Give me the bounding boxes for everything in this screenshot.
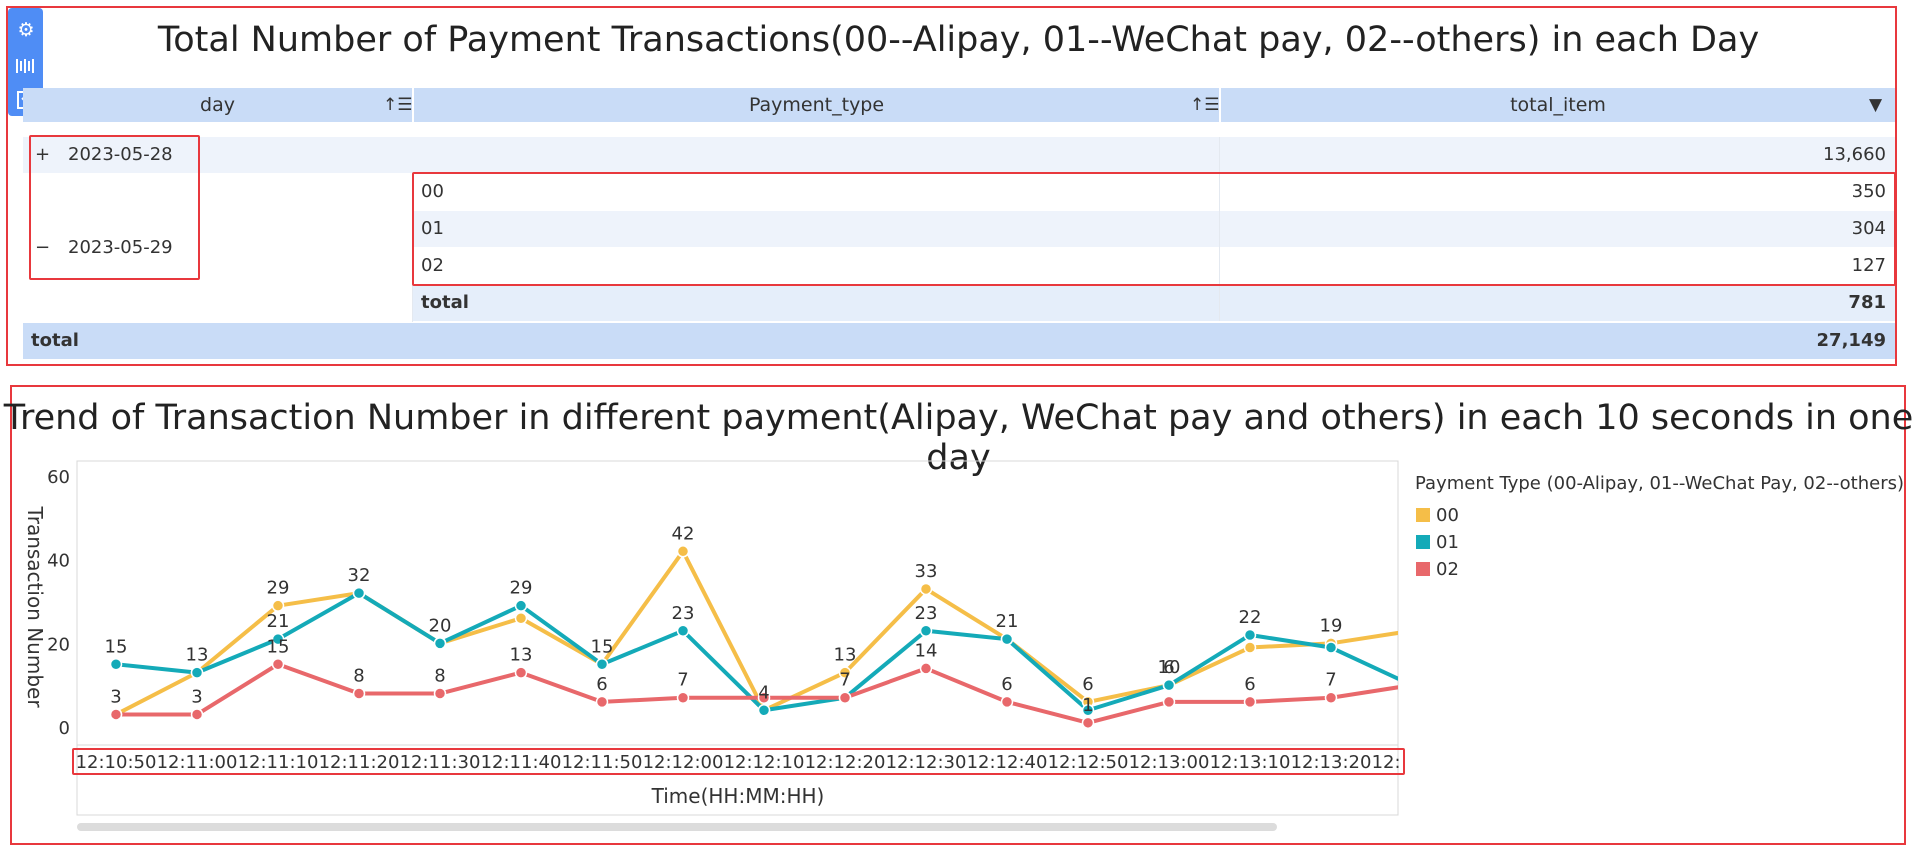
data-point-02: [352, 687, 366, 700]
legend-label-00: 00: [1436, 505, 1459, 526]
data-label: 23: [672, 603, 695, 624]
legend-title: Payment Type (00-Alipay, 01--WeChat Pay,…: [1415, 473, 1904, 494]
data-point-00: [1243, 641, 1257, 654]
data-point-01: [1162, 678, 1176, 692]
data-label: 42: [672, 523, 695, 544]
data-point-01: [514, 599, 528, 612]
data-point-02: [190, 708, 204, 721]
data-label: 6: [1001, 674, 1012, 695]
data-label: 6: [1244, 674, 1255, 695]
legend-swatch-00: [1416, 508, 1430, 522]
y-axis-label: Transaction Number: [23, 505, 47, 708]
data-label: 8: [434, 666, 445, 687]
data-point-01: [595, 658, 609, 671]
data-point-01: [352, 586, 366, 600]
data-point-02: [676, 691, 690, 704]
data-point-01: [190, 666, 204, 679]
data-point-02: [1000, 695, 1014, 709]
data-label: 4: [758, 682, 769, 703]
data-label: 8: [353, 666, 364, 687]
data-point-01: [109, 658, 123, 671]
y-tick-label: 60: [47, 467, 70, 488]
data-label: 6: [596, 674, 607, 695]
y-tick-label: 40: [47, 551, 70, 572]
legend-label-02: 02: [1436, 559, 1459, 580]
data-label: 21: [267, 611, 290, 632]
data-point-00: [676, 545, 690, 558]
data-point-00: [514, 611, 528, 625]
data-point-02: [595, 695, 609, 709]
data-label: 3: [110, 686, 121, 707]
data-point-02: [1324, 691, 1338, 704]
data-label: 7: [1325, 670, 1336, 691]
data-point-01: [919, 624, 933, 638]
data-label: 6: [1163, 657, 1174, 678]
data-label: 23: [915, 603, 938, 624]
data-point-01: [1324, 641, 1338, 654]
data-point-02: [271, 658, 285, 671]
data-label: 3: [191, 686, 202, 707]
data-label: 33: [915, 561, 938, 582]
data-label: 15: [267, 636, 290, 657]
data-point-02: [1243, 695, 1257, 709]
data-point-01: [757, 704, 771, 717]
data-label: 20: [429, 615, 452, 636]
data-label: 29: [510, 578, 533, 599]
data-label: 29: [267, 578, 290, 599]
data-point-02: [919, 662, 933, 675]
data-point-01: [1407, 680, 1418, 691]
data-label: 13: [834, 645, 857, 666]
data-point-02: [1081, 716, 1095, 730]
x-axis-highlight-box: [72, 748, 1405, 775]
data-point-02: [433, 687, 447, 700]
chart-scrollbar[interactable]: [77, 823, 1277, 831]
data-point-01: [433, 637, 447, 650]
data-point-02: [514, 666, 528, 679]
data-point-02: [838, 691, 852, 704]
data-label: 1: [1082, 695, 1093, 716]
y-tick-label: 20: [47, 634, 70, 655]
data-label: 13: [510, 645, 533, 666]
data-label: 32: [348, 565, 371, 586]
data-label: 21: [996, 611, 1019, 632]
x-axis-label: Time(HH:MM:HH): [651, 784, 825, 808]
data-point-00: [919, 582, 933, 596]
data-point-02: [109, 708, 123, 721]
data-point-00: [1407, 625, 1418, 636]
data-point-02: [1407, 680, 1418, 691]
data-label: 13: [186, 645, 209, 666]
data-label: 15: [591, 636, 614, 657]
data-point-01: [1243, 628, 1257, 642]
data-label: 15: [105, 636, 128, 657]
data-label: 7: [677, 670, 688, 691]
data-point-01: [676, 624, 690, 638]
legend-label-01: 01: [1436, 532, 1459, 553]
y-tick-label: 0: [59, 718, 70, 739]
data-point-01: [1000, 632, 1014, 646]
data-label: 19: [1320, 615, 1343, 636]
data-point-00: [271, 599, 285, 612]
data-label: 22: [1239, 607, 1262, 628]
data-label: 7: [839, 670, 850, 691]
legend-swatch-02: [1416, 562, 1430, 576]
line-chart: 6040200Transaction NumberTime(HH:MM:HH)1…: [23, 460, 1904, 816]
data-label: 6: [1082, 674, 1093, 695]
data-point-02: [1162, 695, 1176, 709]
legend-swatch-01: [1416, 535, 1430, 549]
data-label: 14: [915, 640, 938, 661]
